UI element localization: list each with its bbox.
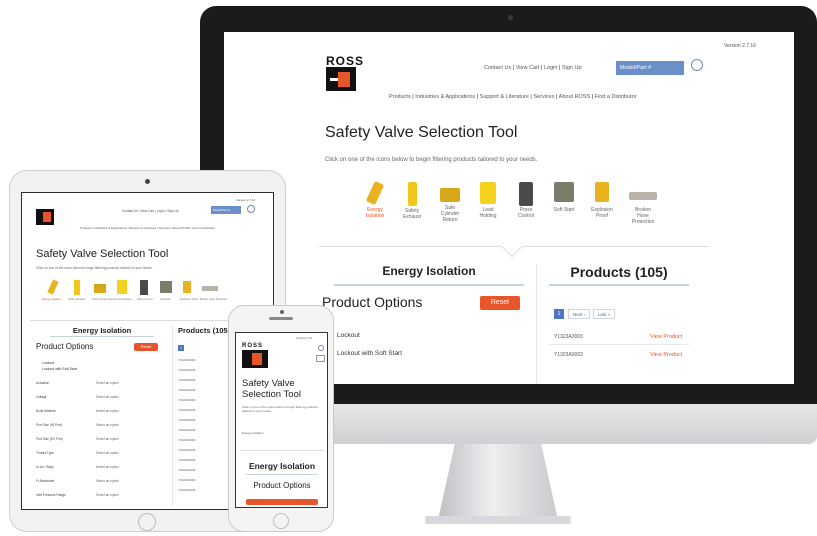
view-product-link[interactable]: View Product <box>650 334 682 340</box>
camera-icon <box>145 179 150 184</box>
safe-cylinder-return-icon[interactable] <box>94 284 106 293</box>
icon-safe-cylinder-return[interactable]: Safe Cylinder Return <box>433 182 467 223</box>
press-control-icon <box>519 182 533 206</box>
load-holding-icon[interactable] <box>117 280 127 294</box>
soft-start-icon[interactable] <box>160 281 172 293</box>
main-nav: Products | Industries & Applications | S… <box>389 94 637 100</box>
products-heading: Products (105) <box>570 264 668 280</box>
home-button[interactable] <box>273 513 289 529</box>
ross-logo[interactable] <box>36 205 60 229</box>
version-label: Version 2.7.16 <box>236 198 256 202</box>
imac-stand-base <box>425 516 571 524</box>
icon-explosion-proof[interactable]: Explosion Proof <box>585 182 619 220</box>
imac-stand <box>438 444 558 520</box>
icon-safety-exhaust[interactable]: Safety Exhaust <box>395 182 429 221</box>
page-description: Click on one of the icons below to begin… <box>325 157 538 163</box>
search-input[interactable]: Model/Part # <box>616 61 684 75</box>
icon-soft-start[interactable]: Soft Start <box>547 182 581 214</box>
reset-button[interactable]: Reset <box>480 296 520 310</box>
safety-exhaust-icon[interactable] <box>74 280 80 295</box>
selected-filter[interactable]: Energy Isolation <box>242 431 264 435</box>
product-sku: Y1323A3003 <box>554 334 583 340</box>
column-divider <box>172 326 173 506</box>
energy-isolation-heading: Energy Isolation <box>382 264 476 278</box>
globe-icon[interactable] <box>247 205 255 213</box>
broken-hose-protection-icon[interactable] <box>202 286 218 291</box>
version-label: Version 2.7.16 <box>724 43 756 49</box>
nav-industries[interactable]: Industries & Applications <box>415 94 475 100</box>
page-title: Safety Valve Selection Tool <box>325 124 518 141</box>
icon-broken-hose-protection[interactable]: Broken Hose Protection <box>624 182 662 225</box>
menu-button[interactable] <box>316 355 325 362</box>
last-page-button[interactable]: Last » <box>593 309 615 319</box>
top-nav: Contact Us | View Cart | Login | Sign Up <box>122 209 179 213</box>
icon-load-holding[interactable]: Load Holding <box>471 182 505 220</box>
press-control-icon[interactable] <box>140 280 148 295</box>
page-title: Safety Valve Selection Tool <box>36 248 169 260</box>
nav-support[interactable]: Support & Literature <box>480 94 529 100</box>
option-lockout-soft-start[interactable]: Lockout with Soft Start <box>42 367 77 371</box>
product-options-heading: Product Options <box>36 342 94 351</box>
nav-about[interactable]: About ROSS <box>559 94 591 100</box>
energy-isolation-heading: Energy Isolation <box>248 461 316 471</box>
energy-isolation-icon <box>365 180 385 206</box>
option-lockout-soft-start[interactable]: Lockout with Soft Start <box>337 350 402 357</box>
reset-button[interactable] <box>246 499 318 505</box>
option-lockout[interactable]: Lockout <box>337 332 360 339</box>
ross-logo[interactable]: ROSS <box>242 343 274 369</box>
icon-press-control[interactable]: Press Control <box>509 182 543 220</box>
nav-distributor[interactable]: Find a Distributor <box>595 94 637 100</box>
nav-products[interactable]: Products <box>389 94 411 100</box>
product-sku: Y1323A3003 <box>554 352 583 358</box>
home-button[interactable] <box>138 513 156 531</box>
view-product-link[interactable]: View Product <box>650 352 682 358</box>
page-1-button[interactable]: 1 <box>554 309 564 319</box>
safety-exhaust-icon <box>407 182 417 206</box>
column-divider <box>536 264 537 384</box>
option-lockout[interactable]: Lockout <box>42 361 54 365</box>
soft-start-icon <box>554 182 574 202</box>
page-description: Click on one of the icons below to begin… <box>36 266 153 270</box>
broken-hose-protection-icon <box>629 192 657 200</box>
view-cart-link[interactable]: View Cart <box>516 65 540 71</box>
globe-icon[interactable] <box>318 345 324 351</box>
explosion-proof-icon <box>595 182 609 202</box>
energy-isolation-heading: Energy Isolation <box>72 326 132 335</box>
energy-isolation-icon[interactable] <box>47 279 59 295</box>
globe-icon[interactable] <box>691 59 703 71</box>
product-options-heading: Product Options <box>253 481 311 490</box>
page-description: Click on one of the icons below to begin… <box>242 405 318 413</box>
icon-energy-isolation[interactable]: Energy Isolation <box>358 180 392 220</box>
product-options-heading: Product Options <box>322 294 423 310</box>
iphone-frame: Version 2.7.16 ROSS Safety Valve Selectio… <box>228 305 334 532</box>
load-holding-icon <box>480 182 496 204</box>
version-label: Version 2.7.16 <box>296 337 312 340</box>
main-nav: Products | Industries & Applications | S… <box>80 226 216 230</box>
reset-button[interactable]: Reset <box>134 343 158 351</box>
safe-cylinder-return-icon <box>440 188 460 202</box>
speaker-grille <box>269 317 293 320</box>
next-page-button[interactable]: Next › <box>568 309 590 319</box>
divider-chevron <box>500 234 524 258</box>
top-nav: Contact Us | View Cart | Login | Sign Up <box>484 65 582 71</box>
page-title: Safety Valve Selection Tool <box>242 378 301 400</box>
page-1-button[interactable]: 1 <box>178 345 184 351</box>
explosion-proof-icon[interactable] <box>183 281 191 293</box>
login-link[interactable]: Login <box>544 65 557 71</box>
search-input[interactable]: Model/Part # <box>211 206 241 214</box>
mobile-screen: Version 2.7.16 ROSS Safety Valve Selectio… <box>235 332 328 508</box>
sign-up-link[interactable]: Sign Up <box>562 65 582 71</box>
nav-services[interactable]: Services <box>533 94 554 100</box>
contact-us-link[interactable]: Contact Us <box>484 65 511 71</box>
camera-icon <box>280 310 284 314</box>
camera-icon <box>508 15 513 20</box>
ross-logo[interactable]: ROSS <box>326 54 366 94</box>
